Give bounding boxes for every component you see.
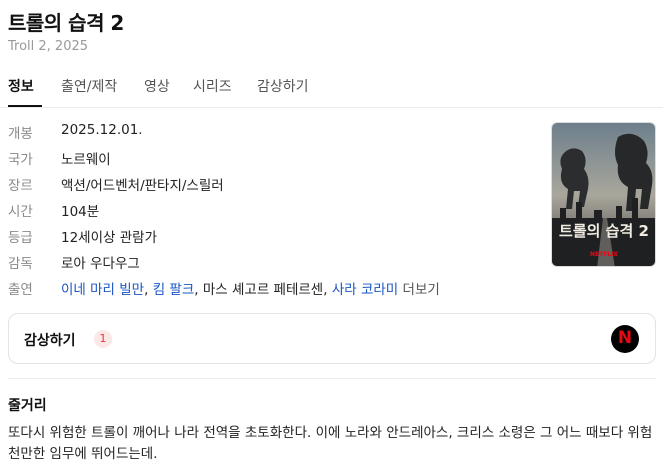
tab-videos[interactable]: 영상 [144, 76, 170, 96]
tab-watch[interactable]: 감상하기 [257, 76, 309, 96]
page-subtitle: Troll 2, 2025 [8, 39, 89, 54]
page-title: 트롤의 습격 2 [8, 11, 124, 35]
section-divider [8, 378, 656, 379]
cast-separator: , [323, 282, 332, 298]
release-date: 2025.12.01. [61, 122, 143, 138]
poster-title-text: 트롤의 습격 2 [559, 222, 649, 240]
tab-bar: 정보 출연/제작 영상 시리즈 감상하기 [0, 64, 663, 108]
netflix-icon[interactable]: N [611, 325, 639, 353]
info-key: 시간 [8, 204, 33, 220]
tab-cast-crew[interactable]: 출연/제작 [61, 76, 117, 96]
cast-link[interactable]: 이네 마리 빌만 [61, 282, 144, 298]
cast-link[interactable]: 킴 팔크 [153, 282, 195, 298]
active-tab-indicator [8, 105, 42, 107]
cast-more-link[interactable]: 더보기 [403, 282, 440, 298]
director-link[interactable]: 로아 우다우그 [61, 252, 140, 272]
cast-link[interactable]: 사라 코라미 [332, 282, 398, 298]
cast-list: 이네 마리 빌만, 킴 팔크, 마스 셰고르 페테르센, 사라 코라미 더보기 [61, 278, 440, 298]
synopsis-text: 또다시 위험한 트롤이 깨어나 나라 전역을 초토화한다. 이에 노라와 안드레… [8, 425, 653, 462]
netflix-letter: N [617, 328, 633, 348]
cast-name-plain: 마스 셰고르 페테르센 [202, 282, 324, 298]
watch-count-badge: 1 [94, 330, 112, 348]
genre-value: 액션/어드벤처/판타지/스릴러 [61, 178, 224, 194]
watch-card[interactable]: 감상하기 1 N [8, 313, 656, 364]
info-key: 개봉 [8, 126, 33, 142]
tab-info[interactable]: 정보 [8, 76, 34, 96]
info-key: 장르 [8, 178, 33, 194]
country-value: 노르웨이 [61, 152, 111, 168]
poster-brand-text: NETFLIX [590, 251, 618, 258]
poster-image: 트롤의 습격 2 NETFLIX [552, 123, 655, 266]
movie-poster[interactable]: 트롤의 습격 2 NETFLIX [551, 122, 656, 267]
info-key: 등급 [8, 230, 33, 246]
cast-separator: , [194, 282, 203, 298]
watch-label: 감상하기 [24, 333, 76, 349]
runtime-value: 104분 [61, 204, 100, 220]
synopsis-heading: 줄거리 [8, 398, 47, 414]
rating-value: 12세이상 관람가 [61, 230, 157, 246]
info-key: 출연 [8, 282, 33, 298]
info-key: 국가 [8, 152, 33, 168]
info-key: 감독 [8, 256, 33, 272]
tab-series[interactable]: 시리즈 [193, 76, 232, 96]
cast-separator: , [144, 282, 153, 298]
